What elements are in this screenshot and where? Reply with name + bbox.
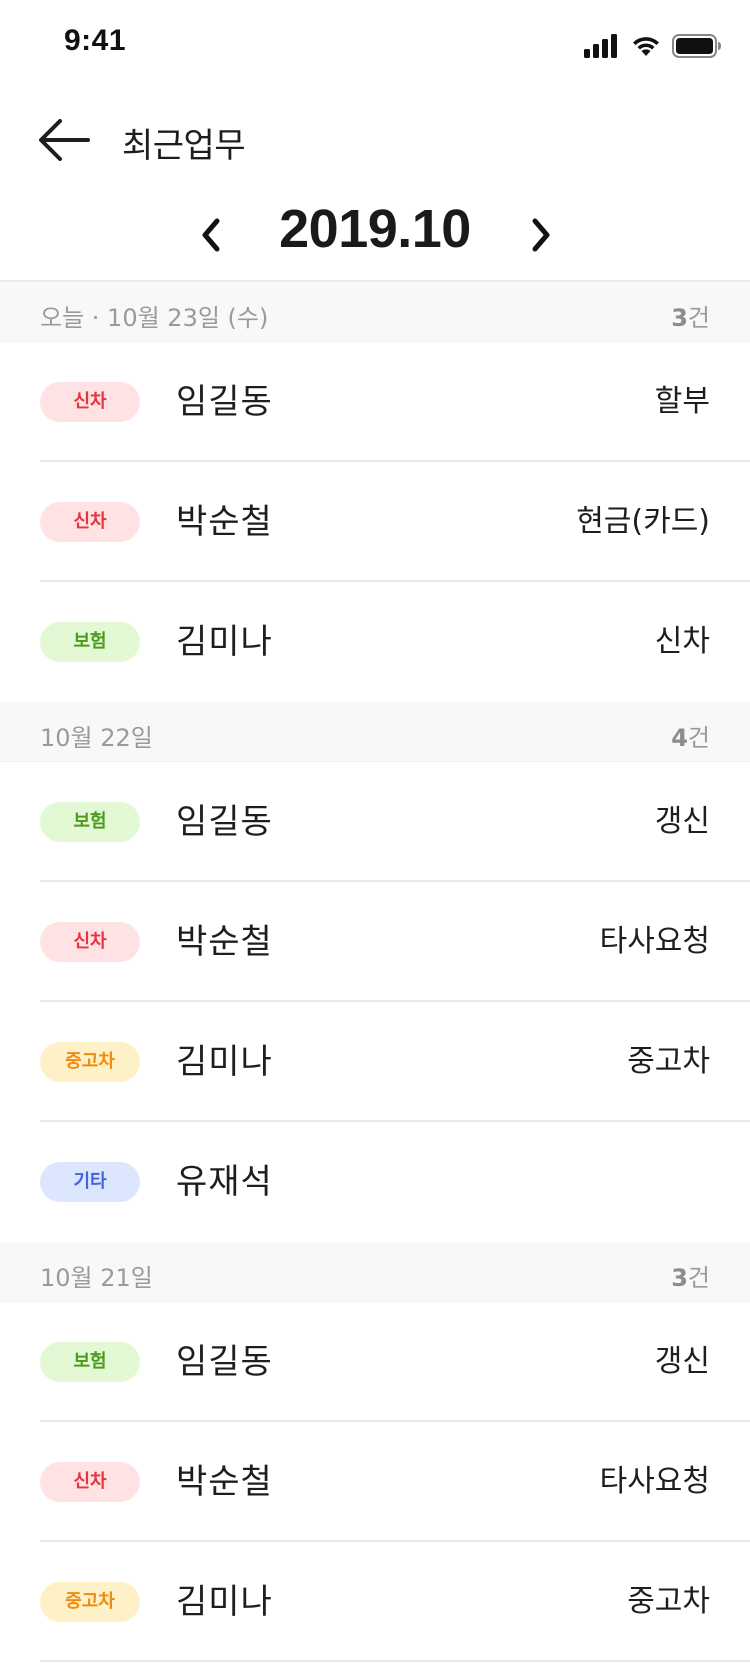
list-item[interactable]: 신차 박순철 타사요청 xyxy=(0,1422,750,1542)
page-title: 최근업무 xyxy=(122,126,246,166)
customer-name: 김미나 xyxy=(176,1582,273,1622)
customer-name: 김미나 xyxy=(176,1042,273,1082)
customer-name: 김미나 xyxy=(176,622,273,662)
list-item[interactable]: 보험 임길동 갱신 xyxy=(0,762,750,882)
work-detail: 할부 xyxy=(654,384,710,419)
work-detail: 중고차 xyxy=(627,1044,710,1079)
back-arrow-icon xyxy=(36,119,96,170)
current-month-label: 2019.10 xyxy=(279,199,471,259)
work-list: 오늘 · 10월 23일 (수) 3건 신차 임길동 할부 신차 박순철 현금(… xyxy=(0,280,750,1662)
list-item[interactable]: 신차 박순철 현금(카드) xyxy=(0,462,750,582)
customer-name: 박순철 xyxy=(176,1462,273,1502)
customer-name: 박순철 xyxy=(176,502,273,542)
nav-header: 최근업무 xyxy=(0,100,750,180)
tag-badge: 중고차 xyxy=(40,1042,140,1082)
tag-badge: 신차 xyxy=(40,502,140,542)
chevron-right-icon xyxy=(516,218,564,264)
list-item[interactable]: 중고차 김미나 중고차 xyxy=(0,1542,750,1662)
work-detail: 타사요청 xyxy=(599,924,710,959)
section-count: 4건 xyxy=(671,724,710,752)
tag-badge: 신차 xyxy=(40,1462,140,1502)
customer-name: 임길동 xyxy=(176,382,273,422)
work-detail: 신차 xyxy=(654,624,710,659)
work-detail: 타사요청 xyxy=(599,1464,710,1499)
customer-name: 유재석 xyxy=(176,1162,273,1202)
tag-badge: 신차 xyxy=(40,922,140,962)
section-count: 3건 xyxy=(671,304,710,332)
list-item[interactable]: 신차 임길동 할부 xyxy=(0,342,750,462)
back-button[interactable] xyxy=(36,114,96,166)
tag-badge: 보험 xyxy=(40,1342,140,1382)
next-month-button[interactable] xyxy=(516,210,564,260)
recent-work-screen: 9:41 최근업무 2019.10 오늘 · 10월 23일 (수) 3건 신차… xyxy=(0,0,750,1664)
battery-icon xyxy=(672,34,722,58)
tag-badge: 중고차 xyxy=(40,1582,140,1622)
section-date: 10월 22일 xyxy=(40,724,153,752)
list-item[interactable]: 신차 박순철 타사요청 xyxy=(0,882,750,1002)
cellular-signal-icon xyxy=(584,34,620,58)
tag-badge: 신차 xyxy=(40,382,140,422)
tag-badge: 기타 xyxy=(40,1162,140,1202)
tag-badge: 보험 xyxy=(40,622,140,662)
section-count: 3건 xyxy=(671,1264,710,1292)
work-detail: 갱신 xyxy=(654,804,710,839)
list-item[interactable]: 보험 임길동 갱신 xyxy=(0,1302,750,1422)
status-bar: 9:41 xyxy=(0,0,750,92)
section-header-today: 오늘 · 10월 23일 (수) 3건 xyxy=(0,282,750,342)
section-date: 10월 21일 xyxy=(40,1264,153,1292)
status-icons xyxy=(584,32,722,60)
customer-name: 임길동 xyxy=(176,1342,273,1382)
list-item[interactable]: 기타 유재석 xyxy=(0,1122,750,1242)
customer-name: 임길동 xyxy=(176,802,273,842)
work-detail: 현금(카드) xyxy=(576,504,710,539)
list-item[interactable]: 중고차 김미나 중고차 xyxy=(0,1002,750,1122)
customer-name: 박순철 xyxy=(176,922,273,962)
section-header-oct-22: 10월 22일 4건 xyxy=(0,702,750,762)
section-header-oct-21: 10월 21일 3건 xyxy=(0,1242,750,1302)
status-time: 9:41 xyxy=(64,24,127,57)
work-detail: 중고차 xyxy=(627,1584,710,1619)
month-selector: 2019.10 xyxy=(0,190,750,280)
work-detail: 갱신 xyxy=(654,1344,710,1379)
wifi-icon xyxy=(630,34,662,58)
section-date: 오늘 · 10월 23일 (수) xyxy=(40,304,269,332)
list-item[interactable]: 보험 김미나 신차 xyxy=(0,582,750,702)
tag-badge: 보험 xyxy=(40,802,140,842)
